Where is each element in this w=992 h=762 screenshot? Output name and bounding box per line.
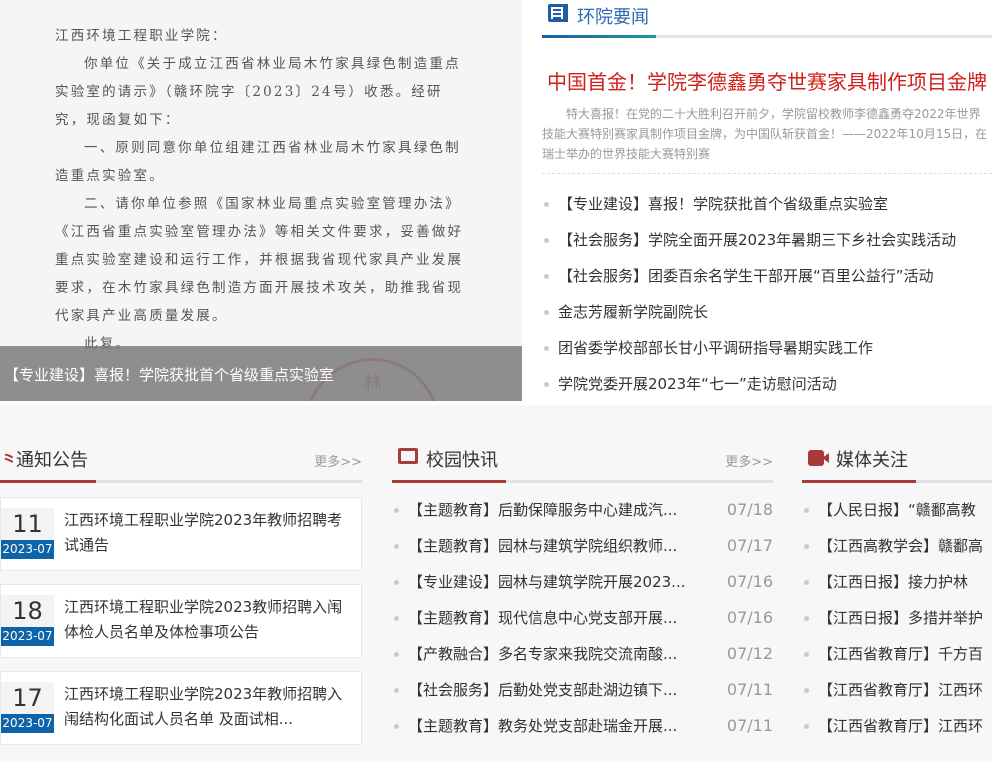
- slide-caption[interactable]: 【专业建设】喜报！学院获批首个省级重点实验室: [4, 364, 334, 385]
- news-item[interactable]: 【社会服务】团委百余名学生干部开展“百里公益行”活动: [542, 258, 992, 294]
- item-title[interactable]: 【主题教育】园林与建筑学院组织教师...: [408, 537, 677, 555]
- news-item[interactable]: 【社会服务】后勤处党支部赴湖边镇下... 07/11: [392, 672, 773, 708]
- media-list: 【人民日报】“赣鄱高教 【江西高教学会】赣鄱高 【江西日报】接力护林 【江西日报…: [802, 492, 992, 744]
- media-item[interactable]: 【人民日报】“赣鄱高教: [802, 492, 992, 528]
- media-section: 媒体关注 【人民日报】“赣鄱高教 【江西高教学会】赣鄱高 【江西日报】接力护林 …: [802, 405, 992, 762]
- section-title[interactable]: 通知公告: [16, 446, 88, 472]
- news-item[interactable]: 学院党委开展2023年“七一”走访慰问活动: [542, 366, 992, 402]
- news-item[interactable]: 【主题教育】后勤保障服务中心建成汽... 07/18: [392, 492, 773, 528]
- item-title[interactable]: 【主题教育】教务处党支部赴瑞金开展...: [408, 717, 677, 735]
- header-underline: [542, 35, 656, 38]
- chat-bubble-icon: [398, 448, 418, 464]
- section-title[interactable]: 校园快讯: [426, 446, 498, 472]
- notice-title[interactable]: 江西环境工程职业学院2023年教师招聘考试通告: [64, 508, 349, 558]
- news-item[interactable]: 【主题教育】现代信息中心党支部开展... 07/16: [392, 600, 773, 636]
- header-underline: [0, 480, 96, 483]
- news-item[interactable]: 【社会服务】学院全面开展2023年暑期三下乡社会实践活动: [542, 222, 992, 258]
- doc-salutation: 江西环境工程职业学院：: [55, 28, 228, 44]
- slide-image-document: 江西环境工程职业学院： 你单位《关于成立江西省林业局木竹家具绿色制造重点实验室的…: [55, 22, 467, 358]
- notice-card[interactable]: 17 2023-07 江西环境工程职业学院2023年教师招聘入闱结构化面试人员名…: [0, 671, 362, 745]
- college-news-section: 环院要闻 中国首金！学院李德鑫勇夺世赛家具制作项目金牌 特大喜报！在党的二十大胜…: [542, 0, 992, 400]
- doc-paragraph: 一、原则同意你单位组建江西省林业局木竹家具绿色制造重点实验室。: [55, 140, 461, 184]
- item-title[interactable]: 【专业建设】园林与建筑学院开展2023...: [408, 573, 685, 591]
- news-item[interactable]: 【专业建设】喜报！学院获批首个省级重点实验室: [542, 186, 992, 222]
- media-item[interactable]: 【江西省教育厅】江西环: [802, 672, 992, 708]
- item-date: 07/12: [726, 644, 773, 663]
- item-date: 07/16: [726, 572, 773, 591]
- divider: [542, 173, 992, 174]
- campus-news-section: 校园快讯 更多>> 【主题教育】后勤保障服务中心建成汽... 07/18 【主题教…: [392, 405, 773, 762]
- media-item[interactable]: 【江西省教育厅】千方百: [802, 636, 992, 672]
- notice-card[interactable]: 11 2023-07 江西环境工程职业学院2023年教师招聘考试通告: [0, 497, 362, 571]
- doc-paragraph: 你单位《关于成立江西省林业局木竹家具绿色制造重点实验室的请示》（赣环院字〔202…: [55, 56, 461, 128]
- item-title[interactable]: 【产教融合】多名专家来我院交流南酸...: [408, 645, 677, 663]
- news-slider[interactable]: 江西环境工程职业学院： 你单位《关于成立江西省林业局木竹家具绿色制造重点实验室的…: [0, 0, 522, 401]
- section-title[interactable]: 媒体关注: [836, 446, 908, 472]
- news-item[interactable]: 金志芳履新学院副院长: [542, 294, 992, 330]
- item-date: 07/11: [726, 716, 773, 735]
- notices-section: ⺀ 通知公告 更多>> 11 2023-07 江西环境工程职业学院2023年教师…: [0, 405, 362, 762]
- bottom-sections: ⺀ 通知公告 更多>> 11 2023-07 江西环境工程职业学院2023年教师…: [0, 405, 992, 762]
- notice-month: 2023-07: [1, 714, 54, 733]
- section-header: ⺀ 通知公告 更多>>: [0, 443, 362, 483]
- notice-month: 2023-07: [1, 627, 54, 646]
- item-date: 07/16: [726, 608, 773, 627]
- news-list: 【专业建设】喜报！学院获批首个省级重点实验室 【社会服务】学院全面开展2023年…: [542, 186, 992, 402]
- section-header: 环院要闻: [542, 0, 992, 38]
- newspaper-icon: [548, 4, 568, 22]
- notice-card[interactable]: 18 2023-07 江西环境工程职业学院2023教师招聘入闱体检人员名单及体检…: [0, 584, 362, 658]
- section-header: 校园快讯 更多>>: [392, 443, 773, 483]
- notice-day: 17: [1, 682, 54, 714]
- notice-title[interactable]: 江西环境工程职业学院2023年教师招聘入闱结构化面试人员名单 及面试相...: [64, 682, 349, 732]
- news-item[interactable]: 【产教融合】多名专家来我院交流南酸... 07/12: [392, 636, 773, 672]
- more-link[interactable]: 更多>>: [725, 451, 773, 470]
- featured-headline[interactable]: 中国首金！学院李德鑫勇夺世赛家具制作项目金牌: [542, 66, 992, 95]
- header-underline: [392, 480, 506, 483]
- notice-day: 18: [1, 595, 54, 627]
- media-item[interactable]: 【江西日报】多措并举护: [802, 600, 992, 636]
- doc-paragraph: 二、请你单位参照《国家林业局重点实验室管理办法》《江西省重点实验室管理办法》等相…: [55, 196, 464, 324]
- news-item[interactable]: 【主题教育】教务处党支部赴瑞金开展... 07/11: [392, 708, 773, 744]
- item-date: 07/11: [726, 680, 773, 699]
- media-item[interactable]: 【江西高教学会】赣鄱高: [802, 528, 992, 564]
- news-item[interactable]: 【主题教育】园林与建筑学院组织教师... 07/17: [392, 528, 773, 564]
- notice-title[interactable]: 江西环境工程职业学院2023教师招聘入闱体检人员名单及体检事项公告: [64, 595, 349, 645]
- media-item[interactable]: 【江西省教育厅】江西环: [802, 708, 992, 744]
- section-title[interactable]: 环院要闻: [577, 3, 649, 29]
- item-date: 07/17: [726, 536, 773, 555]
- header-underline: [802, 480, 916, 483]
- featured-summary: 特大喜报！在党的二十大胜利召开前夕，学院留校教师李德鑫勇夺2022年世界技能大赛…: [542, 104, 992, 164]
- news-item[interactable]: 团省委学校部部长甘小平调研指导暑期实践工作: [542, 330, 992, 366]
- item-date: 07/18: [726, 500, 773, 519]
- notice-day: 11: [1, 508, 54, 540]
- media-item[interactable]: 【江西日报】接力护林: [802, 564, 992, 600]
- item-title[interactable]: 【主题教育】现代信息中心党支部开展...: [408, 609, 677, 627]
- more-link[interactable]: 更多>>: [314, 451, 362, 470]
- news-item[interactable]: 【专业建设】园林与建筑学院开展2023... 07/16: [392, 564, 773, 600]
- camera-lens-icon: [822, 453, 829, 463]
- notice-month: 2023-07: [1, 540, 54, 559]
- item-title[interactable]: 【社会服务】后勤处党支部赴湖边镇下...: [408, 681, 677, 699]
- item-title[interactable]: 【主题教育】后勤保障服务中心建成汽...: [408, 501, 677, 519]
- slide-caption-bar[interactable]: 【专业建设】喜报！学院获批首个省级重点实验室: [0, 346, 522, 401]
- section-header: 媒体关注: [802, 443, 992, 483]
- campus-news-list: 【主题教育】后勤保障服务中心建成汽... 07/18 【主题教育】园林与建筑学院组…: [392, 492, 773, 744]
